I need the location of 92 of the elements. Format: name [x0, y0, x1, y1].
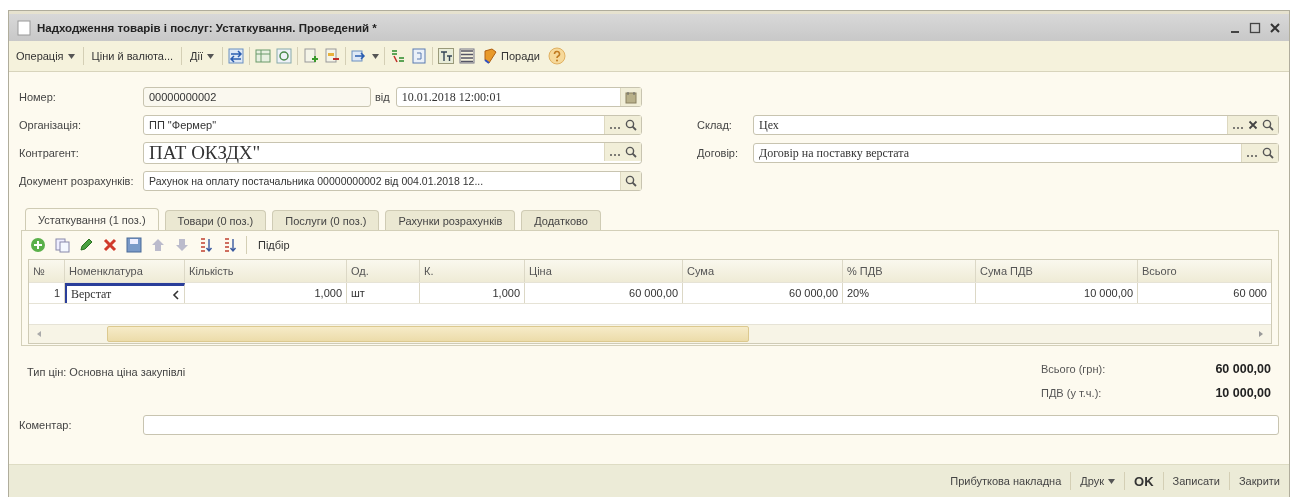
search-icon[interactable] [1262, 147, 1274, 159]
footer-button[interactable]: OK [1131, 473, 1157, 489]
scroll-thumb[interactable] [107, 326, 749, 342]
column-header[interactable]: Сума ПДВ [976, 260, 1138, 282]
total-label: Всього (грн): [1041, 363, 1107, 375]
font-size-icon[interactable] [438, 48, 455, 64]
column-header[interactable]: % ПДВ [843, 260, 976, 282]
window-title: Надходження товарів і послуг: Устаткування. Проведений * [37, 21, 377, 34]
column-header[interactable]: Всього [1138, 260, 1271, 282]
caret-icon [207, 53, 215, 59]
document-add-icon[interactable] [303, 48, 320, 64]
total-value: 60 000,00 [1214, 362, 1271, 376]
document-icon [17, 19, 31, 36]
table-cell: 20% [843, 283, 976, 303]
contract-field[interactable]: Договір на поставку верстата [753, 143, 1279, 163]
pencil-icon[interactable] [78, 237, 94, 253]
table-cell: 10 000,00 [976, 283, 1138, 303]
arrows-icon[interactable] [228, 48, 245, 64]
actions-menu[interactable]: Дії [187, 50, 218, 62]
maximize-icon[interactable] [1249, 21, 1261, 34]
date-field[interactable]: 10.01.2018 12:00:01 [395, 87, 642, 107]
column-header[interactable]: № [29, 260, 65, 282]
close-icon[interactable] [1269, 21, 1281, 34]
scroll-right-icon[interactable] [1257, 330, 1265, 338]
chevron-left-icon[interactable] [172, 289, 180, 300]
table-icon[interactable] [255, 48, 272, 64]
calendar-icon[interactable] [625, 90, 637, 104]
caret-icon [67, 53, 75, 59]
table-cell: шт [347, 283, 420, 303]
help-icon[interactable] [547, 47, 566, 65]
operation-menu[interactable]: Операція [13, 50, 78, 62]
table-cell: 1,000 [185, 283, 347, 303]
footer-button[interactable]: Закрити [1235, 475, 1283, 487]
footer-button[interactable]: Записати [1169, 475, 1223, 487]
pick-button[interactable]: Підбір [255, 239, 293, 251]
sort-ascending-icon[interactable] [198, 237, 214, 253]
field-label: Коментар: [19, 419, 73, 431]
organization-field[interactable]: ПП "Фермер" [143, 115, 642, 135]
table-cell: 1,000 [420, 283, 525, 303]
field-label: Склад: [697, 119, 733, 131]
refresh-icon[interactable] [276, 48, 293, 64]
horizontal-scrollbar[interactable] [29, 325, 1271, 343]
search-icon[interactable] [625, 119, 637, 131]
table-cell-text: 60 000 [1232, 286, 1268, 301]
prices-button[interactable]: Ціни й валюта... [88, 50, 177, 62]
copy-icon[interactable] [54, 237, 70, 253]
column-header[interactable]: Сума [683, 260, 843, 282]
column-header[interactable]: К. [420, 260, 525, 282]
column-header[interactable]: Од. [347, 260, 420, 282]
table-cell[interactable]: Верстат [65, 283, 185, 303]
warehouse-field[interactable]: Цех [753, 115, 1279, 135]
total-value: 10 000,00 [1214, 386, 1271, 400]
save-icon[interactable] [126, 237, 142, 253]
field-label: Документ розрахунків: [19, 175, 135, 187]
search-icon[interactable] [1262, 119, 1274, 131]
field-label: Договір: [697, 147, 740, 159]
document-remove-icon[interactable] [324, 48, 341, 64]
total-label: ПДВ (у т.ч.): [1041, 387, 1103, 399]
number-field[interactable]: 00000000002 [143, 87, 371, 107]
arrow-icon[interactable] [351, 48, 368, 64]
tab[interactable]: Послуги (0 поз.) [272, 210, 380, 230]
tab[interactable]: Товари (0 поз.) [164, 210, 267, 230]
price-type-text: Тип цін: Основна ціна закупівлі [27, 365, 186, 380]
caret-icon [372, 53, 380, 59]
field-label: Контрагент: [19, 147, 80, 159]
print-menu[interactable]: Друк [1077, 475, 1119, 487]
comment-field[interactable] [143, 415, 1279, 435]
column-header[interactable]: Кількість [185, 260, 347, 282]
table-cell: 60 000,00 [525, 283, 683, 303]
table-cell: 60 000,00 [683, 283, 843, 303]
field-label: Номер: [19, 91, 57, 103]
search-icon[interactable] [625, 175, 637, 187]
caret-icon [1108, 478, 1116, 484]
add-icon[interactable] [30, 237, 46, 253]
tips-button[interactable]: Поради [480, 48, 543, 64]
delete-icon[interactable] [102, 237, 118, 253]
clear-icon[interactable] [1248, 120, 1258, 130]
list-icon[interactable] [459, 48, 476, 64]
tab[interactable]: Додатково [521, 210, 601, 230]
sort-descending-icon[interactable] [222, 237, 238, 253]
table-cell: 1 [29, 283, 65, 303]
field-label: Організація: [19, 119, 82, 131]
scroll-left-icon[interactable] [35, 330, 43, 338]
tab[interactable]: Рахунки розрахунків [385, 210, 516, 230]
search-icon[interactable] [625, 146, 637, 158]
document-field[interactable]: Рахунок на оплату постачальника 00000000002 від 004.01.2018 12... [143, 171, 642, 191]
column-header[interactable]: Номенклатура [65, 260, 185, 282]
contractor-field[interactable]: ПАТ ОКЗДХ" [143, 142, 642, 164]
column-header[interactable]: Ціна [525, 260, 683, 282]
field-label: від [375, 91, 390, 103]
footer-button[interactable]: Прибуткова накладна [947, 475, 1065, 487]
tab[interactable]: Устаткування (1 поз.) [25, 208, 159, 230]
